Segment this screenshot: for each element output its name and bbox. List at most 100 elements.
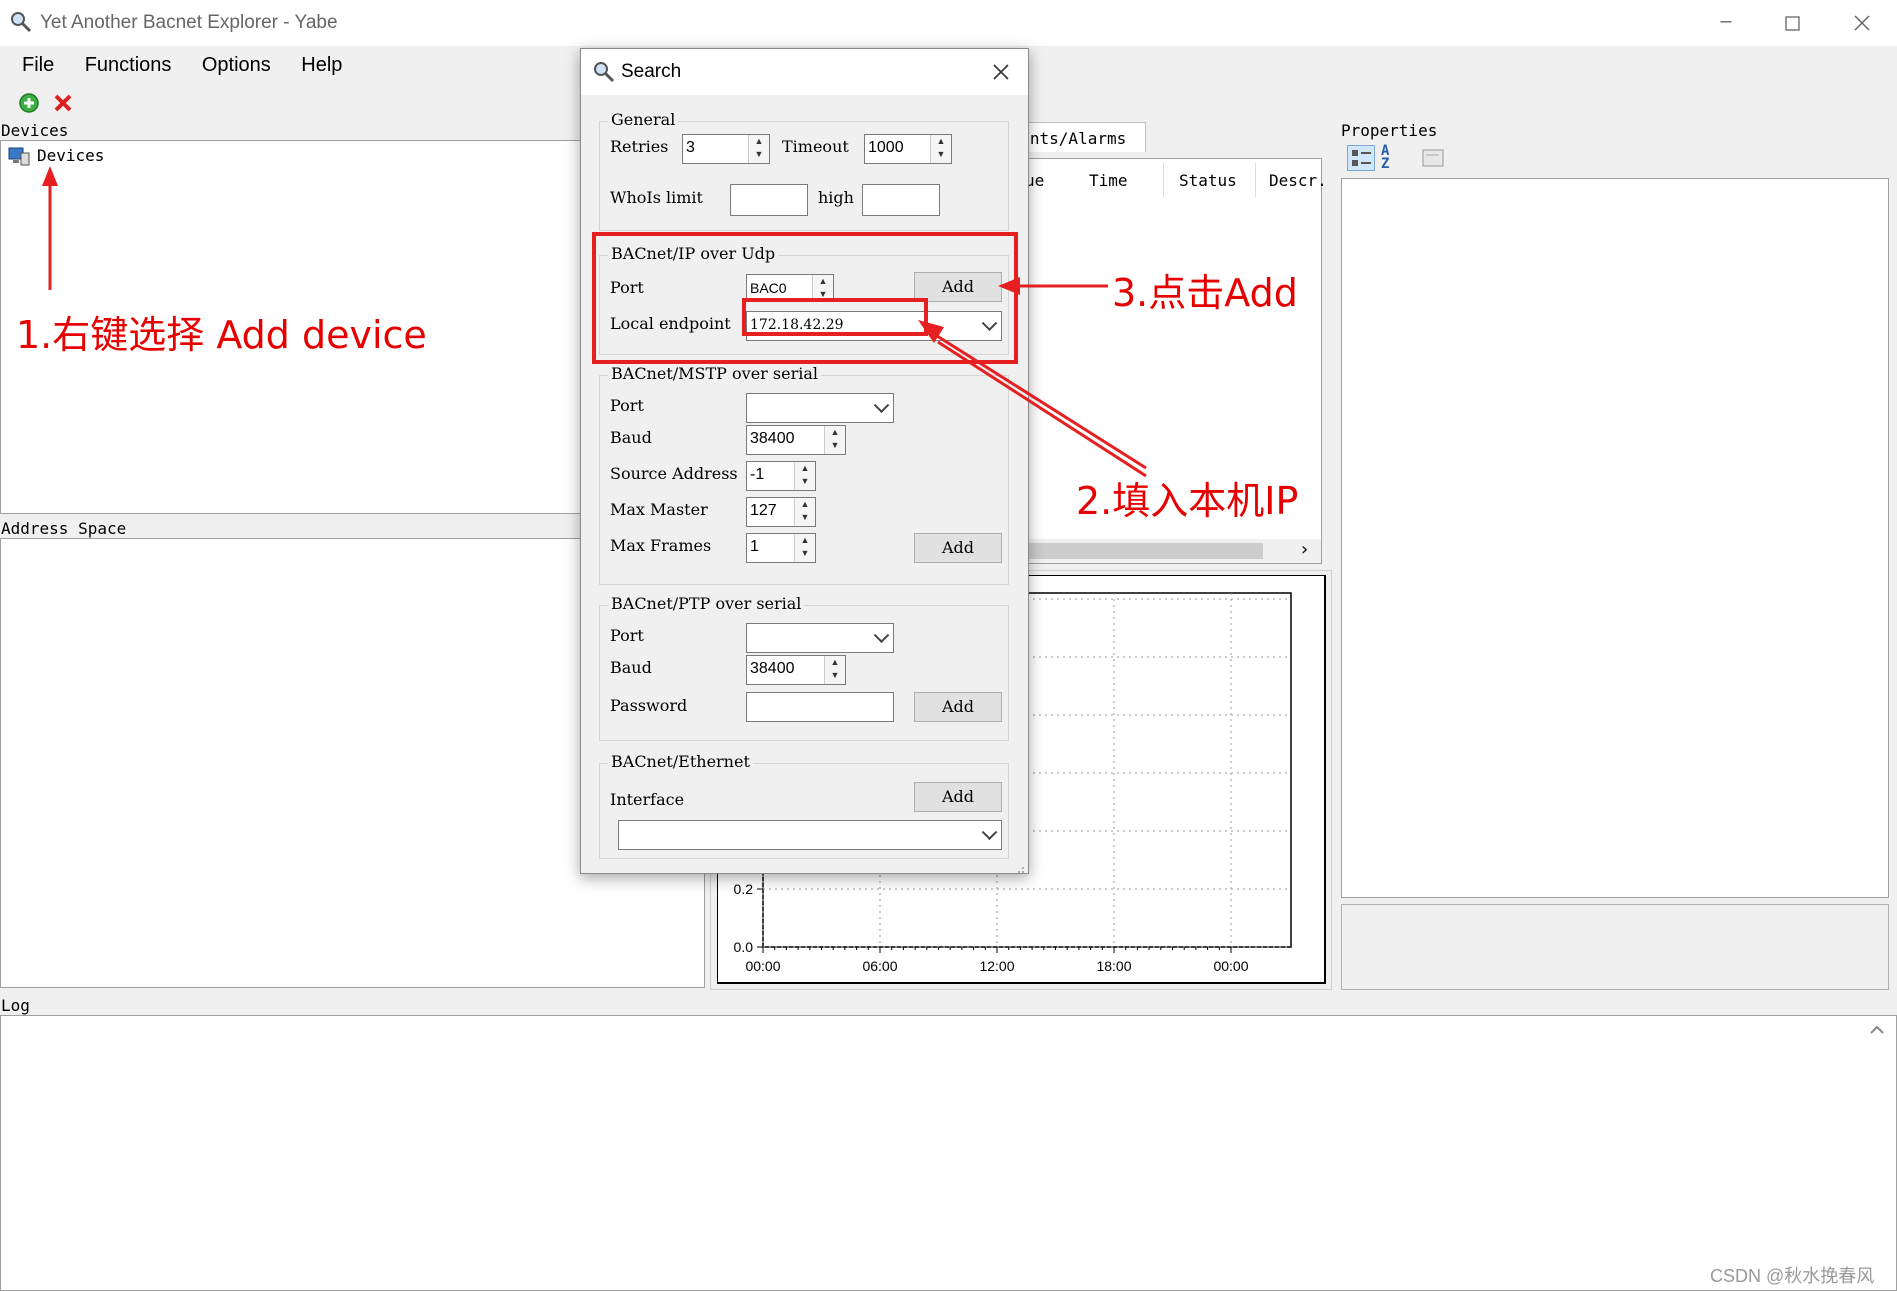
ptp-add-button[interactable]: Add xyxy=(914,692,1002,722)
dialog-close-button[interactable] xyxy=(985,59,1015,85)
ptp-port-combo[interactable] xyxy=(746,623,894,653)
devices-title: Devices xyxy=(1,121,69,140)
properties-title: Properties xyxy=(1341,121,1438,140)
ethernet-title: BACnet/Ethernet xyxy=(608,752,753,771)
x-tick-label: 00:00 xyxy=(1213,958,1248,974)
property-description xyxy=(1341,904,1889,990)
max-frames-value: 1 xyxy=(750,538,759,555)
whois-high-input[interactable] xyxy=(862,184,940,216)
dialog-title: Search xyxy=(621,61,682,82)
source-address-spin-icon[interactable]: ▲ ▼ xyxy=(794,462,815,490)
y-tick-label: 0.2 xyxy=(734,881,754,897)
log-textbox[interactable] xyxy=(0,1015,1897,1291)
scroll-up-icon[interactable] xyxy=(1867,1022,1887,1038)
x-tick-label: 12:00 xyxy=(979,958,1014,974)
events-col-time[interactable]: Time xyxy=(1089,171,1128,190)
events-tab[interactable]: Events/Alarms xyxy=(1001,122,1146,152)
ptp-group: BACnet/PTP over serial Port Baud 38400 ▲… xyxy=(599,594,1009,741)
mstp-add-label: Add xyxy=(941,538,975,557)
network-device-icon xyxy=(7,145,31,167)
ptp-baud-stepper[interactable]: 38400 ▲ ▼ xyxy=(746,655,846,685)
properties-toolbar: AZ xyxy=(1341,142,1461,174)
property-pages-icon[interactable] xyxy=(1421,147,1445,169)
ptp-title: BACnet/PTP over serial xyxy=(608,594,805,613)
events-hscroll-thumb[interactable] xyxy=(1011,543,1263,559)
events-col-divider-2 xyxy=(1255,163,1256,197)
retries-spin-icon[interactable]: ▲ ▼ xyxy=(748,135,769,163)
x-tick-label: 00:00 xyxy=(745,958,780,974)
property-grid[interactable] xyxy=(1341,178,1889,898)
log-title: Log xyxy=(1,996,30,1015)
y-tick-label: 0.0 xyxy=(734,939,754,955)
search-dialog: Search General Retries 3 ▲ ▼ Timeout 1000… xyxy=(580,48,1029,874)
ptp-port-chevron-down-icon[interactable] xyxy=(873,627,890,644)
retries-stepper[interactable]: 3 ▲ ▼ xyxy=(682,134,770,164)
menu-help[interactable]: Help xyxy=(301,46,342,84)
maximize-button[interactable] xyxy=(1772,10,1812,36)
whois-limit-label: WhoIs limit xyxy=(610,188,703,207)
max-frames-stepper[interactable]: 1 ▲ ▼ xyxy=(746,533,816,563)
general-group: General Retries 3 ▲ ▼ Timeout 1000 ▲ ▼ Who… xyxy=(599,110,1009,231)
timeout-spin-icon[interactable]: ▲ ▼ xyxy=(930,135,951,163)
events-hscrollbar[interactable]: › xyxy=(1011,539,1321,563)
menu-functions[interactable]: Functions xyxy=(85,46,172,84)
retries-label: Retries xyxy=(610,137,669,156)
whois-low-input[interactable] xyxy=(730,184,808,216)
minimize-button[interactable]: – xyxy=(1706,10,1746,36)
add-icon[interactable] xyxy=(18,92,40,114)
source-address-label: Source Address xyxy=(610,464,738,483)
window-title: Yet Another Bacnet Explorer - Yabe xyxy=(40,12,338,33)
max-master-spin-icon[interactable]: ▲ ▼ xyxy=(794,498,815,526)
max-master-value: 127 xyxy=(750,502,777,519)
toolbar xyxy=(0,86,600,120)
events-col-status[interactable]: Status xyxy=(1179,171,1237,190)
mstp-group: BACnet/MSTP over serial Port Baud 38400 … xyxy=(599,364,1009,585)
annotation-step2: 2.填入本机IP xyxy=(1076,479,1299,523)
mstp-add-button[interactable]: Add xyxy=(914,533,1002,563)
timeout-label: Timeout xyxy=(782,137,849,156)
dialog-title-bar: Search xyxy=(581,49,1028,95)
password-input[interactable] xyxy=(746,692,894,722)
mstp-baud-spin-icon[interactable]: ▲ ▼ xyxy=(824,426,845,454)
scroll-right-icon[interactable]: › xyxy=(1299,539,1310,560)
address-space-title: Address Space xyxy=(1,519,127,538)
ethernet-add-label: Add xyxy=(941,787,975,806)
mstp-port-combo[interactable] xyxy=(746,393,894,423)
max-frames-label: Max Frames xyxy=(610,536,712,555)
interface-combo[interactable] xyxy=(618,820,1002,850)
annotation-step1: 1.右键选择 Add device xyxy=(16,313,427,357)
mstp-port-label: Port xyxy=(610,396,644,415)
max-frames-spin-icon[interactable]: ▲ ▼ xyxy=(794,534,815,562)
timeout-value: 1000 xyxy=(868,139,904,156)
ethernet-group: BACnet/Ethernet Interface Add xyxy=(599,752,1009,859)
sort-alpha-icon[interactable]: AZ xyxy=(1381,144,1407,171)
general-title: General xyxy=(608,110,679,129)
max-master-label: Max Master xyxy=(610,500,708,519)
x-tick-label: 06:00 xyxy=(862,958,897,974)
app-search-icon xyxy=(10,11,32,33)
ptp-baud-value: 38400 xyxy=(750,660,795,677)
mstp-port-chevron-down-icon[interactable] xyxy=(873,397,890,414)
menu-options[interactable]: Options xyxy=(202,46,271,84)
title-bar: Yet Another Bacnet Explorer - Yabe – xyxy=(0,0,1897,46)
remove-icon[interactable] xyxy=(52,92,74,114)
timeout-stepper[interactable]: 1000 ▲ ▼ xyxy=(864,134,952,164)
source-address-stepper[interactable]: -1 ▲ ▼ xyxy=(746,461,816,491)
menu-file[interactable]: File xyxy=(22,46,54,84)
ethernet-add-button[interactable]: Add xyxy=(914,782,1002,812)
resize-grip-icon[interactable] xyxy=(1013,859,1025,873)
events-col-divider-1 xyxy=(1163,163,1164,197)
mstp-baud-label: Baud xyxy=(610,428,652,447)
close-window-button[interactable] xyxy=(1842,10,1882,36)
ptp-port-label: Port xyxy=(610,626,644,645)
events-col-descr[interactable]: Descr. xyxy=(1269,171,1327,190)
retries-value: 3 xyxy=(686,139,695,156)
ptp-baud-label: Baud xyxy=(610,658,652,677)
categorized-view-icon[interactable] xyxy=(1347,145,1375,171)
max-master-stepper[interactable]: 127 ▲ ▼ xyxy=(746,497,816,527)
devices-tree-root[interactable]: Devices xyxy=(37,146,104,165)
interface-chevron-down-icon[interactable] xyxy=(981,824,998,841)
ptp-baud-spin-icon[interactable]: ▲ ▼ xyxy=(824,656,845,684)
mstp-baud-value: 38400 xyxy=(750,430,795,447)
mstp-baud-stepper[interactable]: 38400 ▲ ▼ xyxy=(746,425,846,455)
